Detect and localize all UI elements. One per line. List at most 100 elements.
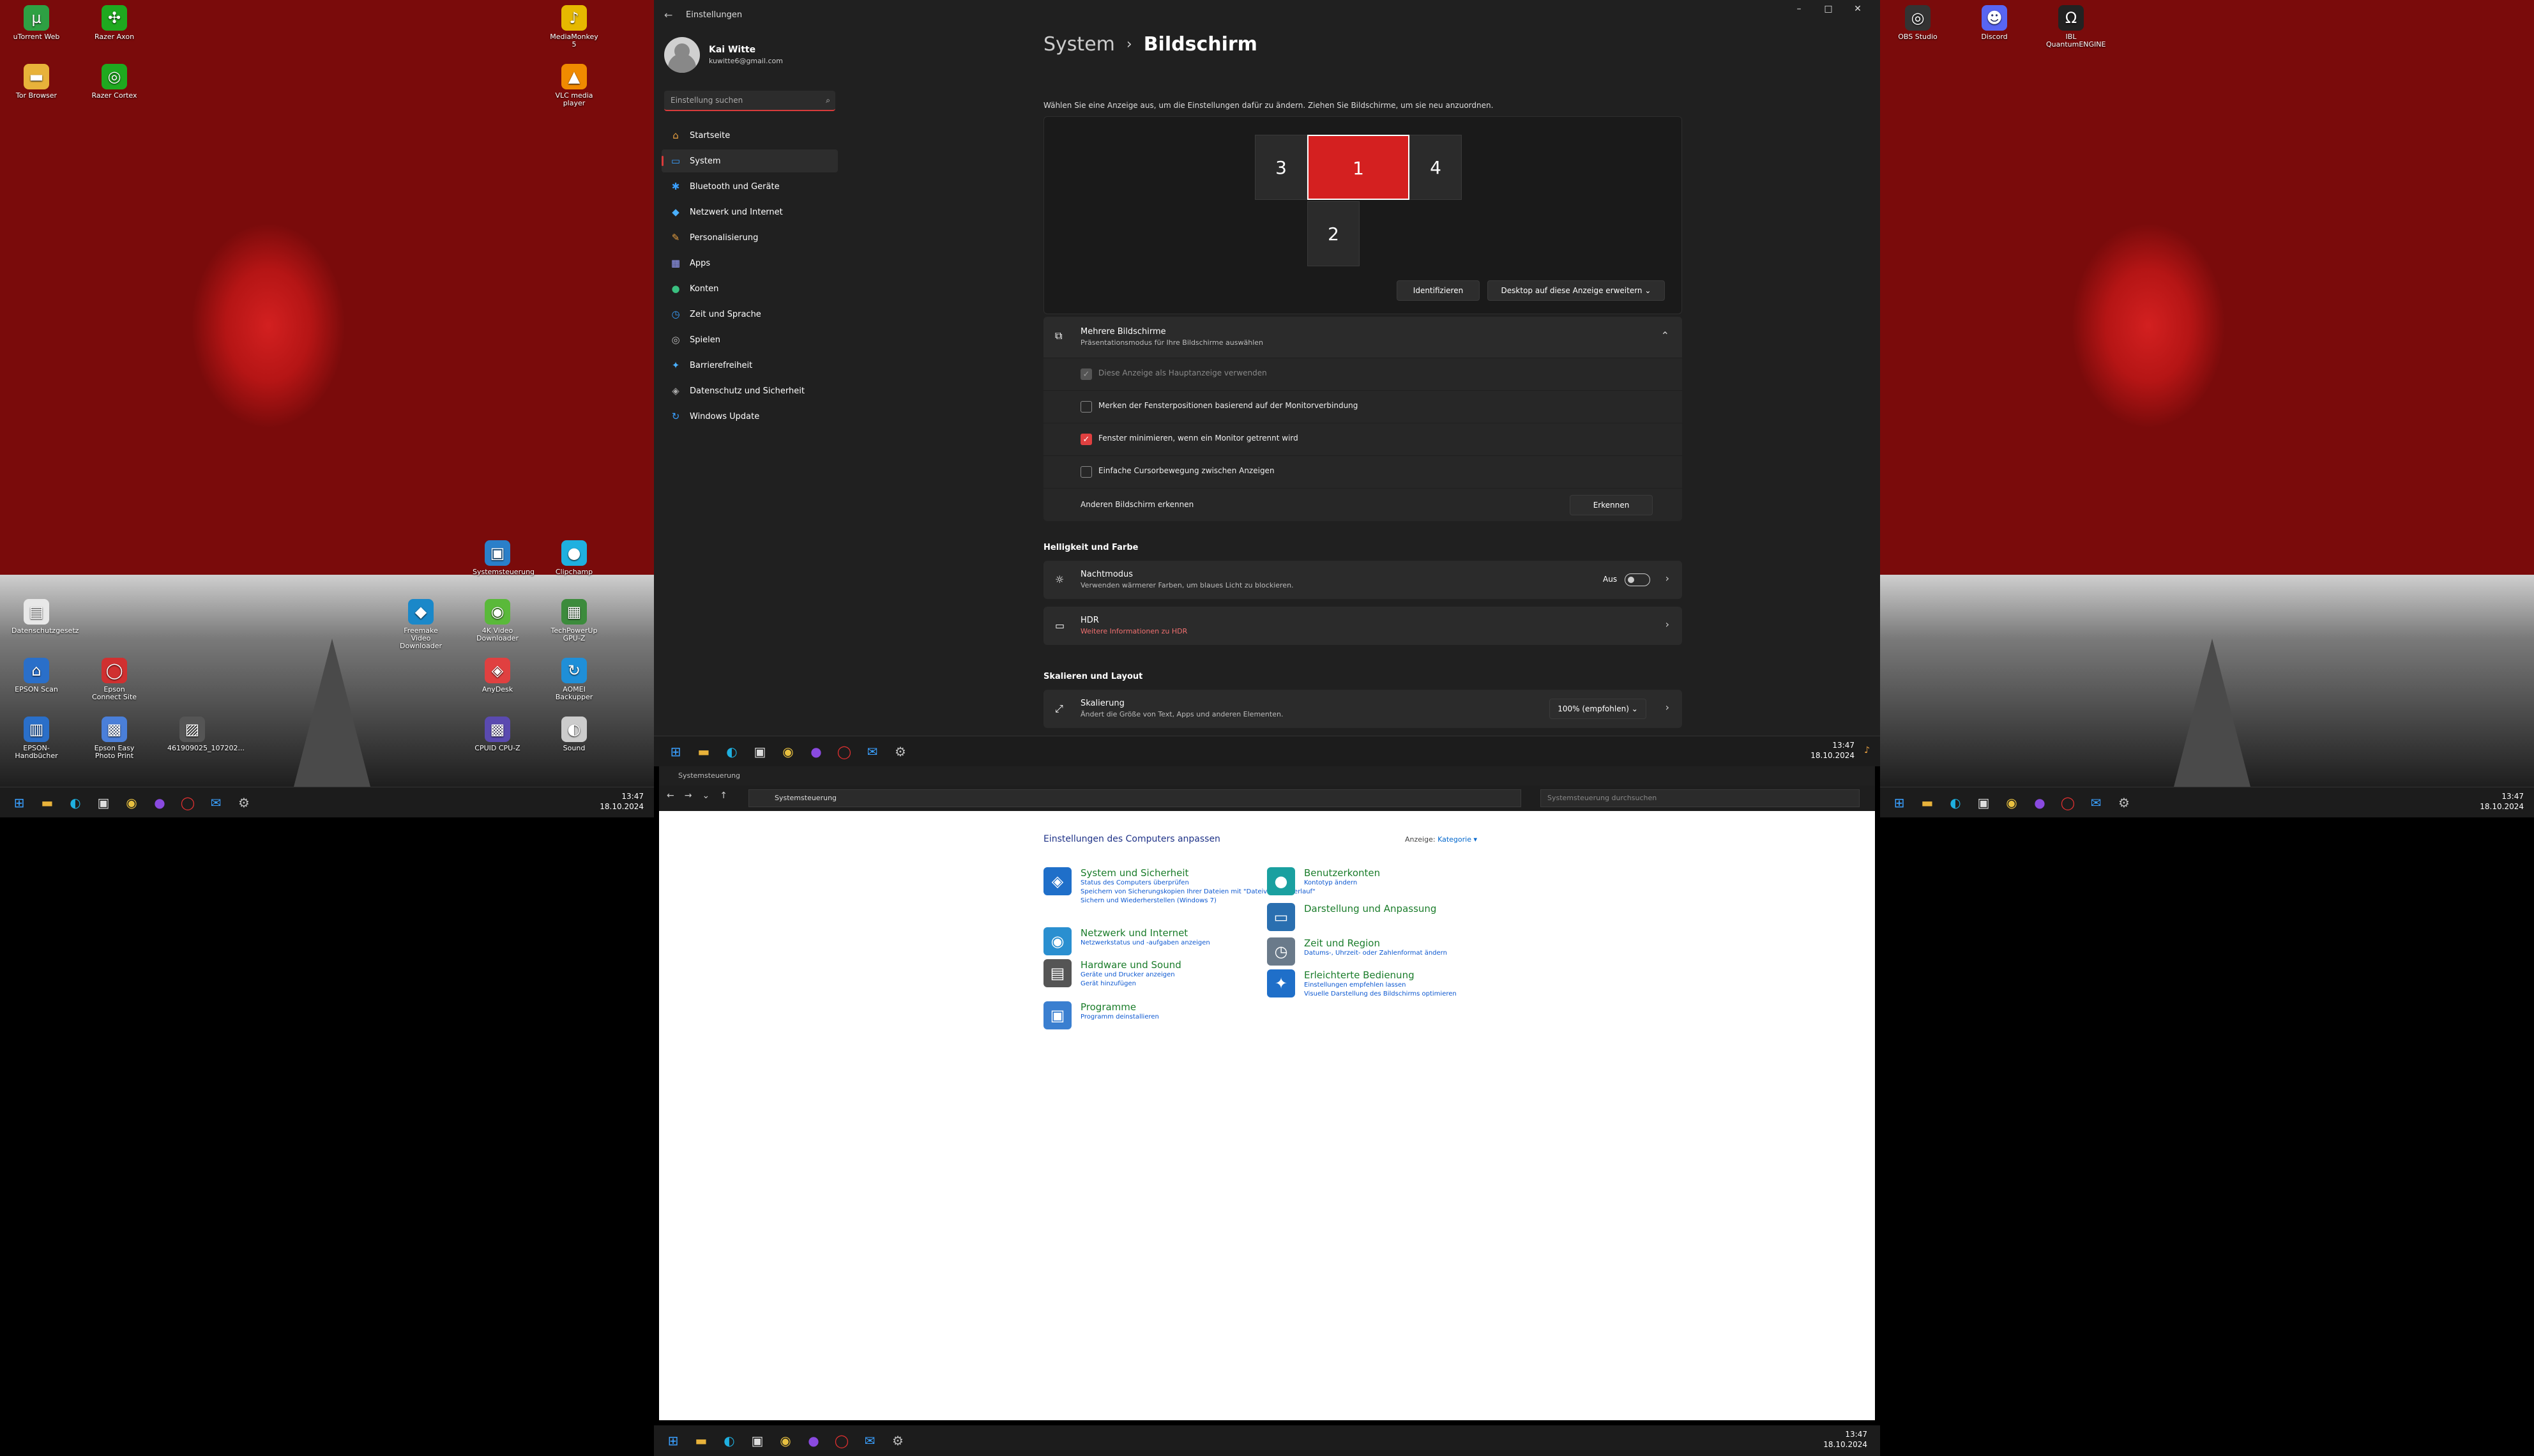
hdr-row[interactable]: ▭ HDR Weitere Informationen zu HDR ›: [1043, 607, 1682, 645]
nav-item-10[interactable]: ◈ Datenschutz und Sicherheit: [662, 379, 838, 402]
cp-view-value[interactable]: Kategorie ▾: [1438, 835, 1477, 844]
desktop-shortcut[interactable]: Ω IBL QuantumENGINE: [2046, 5, 2105, 49]
back-arrow-icon[interactable]: ←: [664, 9, 672, 21]
taskbar-clock[interactable]: 13:47 18.10.2024: [1823, 1429, 1867, 1450]
desktop-shortcut[interactable]: ♪ MediaMonkey 5: [549, 5, 599, 49]
cp-path-input[interactable]: Systemsteuerung: [748, 789, 1521, 807]
desktop-shortcut[interactable]: ◆ Freemake Video Downloader: [396, 599, 446, 650]
taskbar-clock[interactable]: 13:47 18.10.2024: [600, 791, 644, 812]
cp-category[interactable]: ▣ Programme Programm deinstallieren: [1043, 1001, 1159, 1029]
firefox-icon[interactable]: ●: [803, 1430, 824, 1451]
desktop-shortcut[interactable]: ◉ 4K Video Downloader: [473, 599, 522, 642]
checkbox[interactable]: [1081, 401, 1092, 413]
multi-display-option[interactable]: Einfache Cursorbewegung zwischen Anzeige…: [1043, 455, 1682, 487]
edge-icon[interactable]: ◐: [65, 792, 86, 813]
settings-gear-icon[interactable]: ⚙: [890, 741, 911, 762]
back-arrow-icon[interactable]: ←: [667, 791, 674, 801]
windows-start-icon[interactable]: ⊞: [1889, 792, 1909, 813]
cp-category-link[interactable]: Netzwerkstatus und -aufgaben anzeigen: [1081, 939, 1210, 948]
firefox-icon[interactable]: ●: [149, 792, 170, 813]
desktop-shortcut[interactable]: ▦ TechPowerUp GPU-Z: [549, 599, 599, 642]
cp-category[interactable]: ◉ Netzwerk und Internet Netzwerkstatus und…: [1043, 927, 1210, 955]
cp-category-link[interactable]: Gerät hinzufügen: [1081, 980, 1181, 989]
desktop-shortcut[interactable]: ☻ Discord: [1969, 5, 2019, 41]
maximize-icon[interactable]: □: [1814, 4, 1843, 14]
identify-button[interactable]: Identifizieren: [1397, 280, 1480, 301]
opera-icon[interactable]: ◯: [834, 741, 854, 762]
nav-item-11[interactable]: ↻ Windows Update: [662, 405, 838, 428]
cp-category-link[interactable]: Einstellungen empfehlen lassen: [1304, 981, 1457, 990]
cp-category-title[interactable]: Darstellung und Anpassung: [1304, 903, 1436, 914]
nav-item-5[interactable]: ▦ Apps: [662, 252, 838, 275]
nav-item-0[interactable]: ⌂ Startseite: [662, 124, 838, 147]
chrome-icon[interactable]: ◉: [775, 1430, 796, 1451]
notification-bell-icon[interactable]: ♪: [1864, 745, 1870, 755]
multi-display-option[interactable]: Merken der Fensterpositionen basierend a…: [1043, 390, 1682, 422]
edge-icon[interactable]: ◐: [719, 1430, 740, 1451]
mail-icon[interactable]: ✉: [862, 741, 883, 762]
desktop-shortcut[interactable]: ▩ CPUID CPU-Z: [473, 717, 522, 752]
monitor-4[interactable]: 4: [1409, 135, 1462, 200]
desktop-shortcut[interactable]: ▬ Tor Browser: [11, 64, 61, 100]
extend-display-dropdown[interactable]: Desktop auf diese Anzeige erweitern ⌄: [1487, 280, 1665, 301]
cp-category[interactable]: ✦ Erleichterte Bedienung Einstellungen emp…: [1267, 969, 1457, 999]
cp-category[interactable]: ▭ Darstellung und Anpassung: [1267, 903, 1436, 931]
store-icon[interactable]: ▣: [1973, 792, 1994, 813]
settings-gear-icon[interactable]: ⚙: [2114, 792, 2134, 813]
desktop-shortcut[interactable]: ✣ Razer Axon: [89, 5, 139, 41]
firefox-icon[interactable]: ●: [806, 741, 826, 762]
windows-start-icon[interactable]: ⊞: [665, 741, 686, 762]
user-profile[interactable]: Kai Witte kuwitte6@gmail.com: [664, 37, 783, 73]
desktop-shortcut[interactable]: ▤ Datenschutzgesetz: [11, 599, 79, 635]
cp-category-link[interactable]: Visuelle Darstellung des Bildschirms opt…: [1304, 990, 1457, 999]
cp-category-link[interactable]: Programm deinstallieren: [1081, 1013, 1159, 1022]
cp-category-link[interactable]: Geräte und Drucker anzeigen: [1081, 971, 1181, 980]
desktop-shortcut[interactable]: ⌂ EPSON Scan: [11, 658, 61, 694]
desktop-shortcut[interactable]: ◎ OBS Studio: [1893, 5, 1943, 41]
checkbox[interactable]: ✓: [1081, 434, 1092, 445]
taskbar-clock[interactable]: 13:47 18.10.2024: [1810, 740, 1855, 761]
multi-display-option[interactable]: ✓ Fenster minimieren, wenn ein Monitor ge…: [1043, 423, 1682, 455]
monitor-1[interactable]: 1: [1307, 135, 1409, 200]
mail-icon[interactable]: ✉: [2086, 792, 2106, 813]
windows-start-icon[interactable]: ⊞: [663, 1430, 683, 1451]
windows-start-icon[interactable]: ⊞: [9, 792, 29, 813]
nav-item-7[interactable]: ◷ Zeit und Sprache: [662, 303, 838, 326]
nav-item-2[interactable]: ✱ Bluetooth und Geräte: [662, 175, 838, 198]
up-arrow-icon[interactable]: ↑: [720, 791, 727, 801]
file-explorer-icon[interactable]: ▬: [694, 741, 714, 762]
desktop-shortcut[interactable]: ↻ AOMEI Backupper: [549, 658, 599, 701]
desktop-shortcut[interactable]: ▲ VLC media player: [549, 64, 599, 107]
edge-icon[interactable]: ◐: [722, 741, 742, 762]
monitor-2[interactable]: 2: [1307, 201, 1360, 266]
desktop-shortcut[interactable]: ● Clipchamp: [549, 540, 599, 576]
opera-icon[interactable]: ◯: [2058, 792, 2078, 813]
desktop-shortcut[interactable]: ◈ AnyDesk: [473, 658, 522, 694]
cp-category-title[interactable]: Hardware und Sound: [1081, 959, 1181, 971]
breadcrumb-system[interactable]: System: [1043, 33, 1115, 56]
desktop-shortcut[interactable]: µ uTorrent Web: [11, 5, 61, 41]
settings-search-input[interactable]: Einstellung suchen ⌕: [664, 91, 835, 111]
file-explorer-icon[interactable]: ▬: [1917, 792, 1938, 813]
nav-item-6[interactable]: ● Konten: [662, 277, 838, 300]
desktop-shortcut[interactable]: ▨ 461909025_107202...: [167, 717, 245, 752]
scale-row[interactable]: ⤢ Skalierung Ändert die Größe von Text, A…: [1043, 690, 1682, 728]
nav-item-4[interactable]: ✎ Personalisierung: [662, 226, 838, 249]
firefox-icon[interactable]: ●: [2029, 792, 2050, 813]
mail-icon[interactable]: ✉: [206, 792, 226, 813]
settings-gear-icon[interactable]: ⚙: [888, 1430, 908, 1451]
desktop-shortcut[interactable]: ◐ Sound: [549, 717, 599, 752]
forward-arrow-icon[interactable]: →: [685, 791, 692, 801]
monitor-3[interactable]: 3: [1255, 135, 1307, 200]
taskbar-clock[interactable]: 13:47 18.10.2024: [2480, 791, 2524, 812]
multi-display-option[interactable]: ✓ Diese Anzeige als Hauptanzeige verwende…: [1043, 358, 1682, 390]
nightlight-row[interactable]: ☼ Nachtmodus Verwenden wärmerer Farben, u…: [1043, 561, 1682, 599]
chrome-icon[interactable]: ◉: [2001, 792, 2022, 813]
cp-category-link[interactable]: Datums-, Uhrzeit- oder Zahlenformat ände…: [1304, 949, 1447, 958]
settings-gear-icon[interactable]: ⚙: [234, 792, 254, 813]
file-explorer-icon[interactable]: ▬: [37, 792, 57, 813]
cp-category-title[interactable]: Netzwerk und Internet: [1081, 927, 1210, 939]
cp-view-selector[interactable]: Anzeige: Kategorie ▾: [1405, 835, 1477, 844]
checkbox[interactable]: [1081, 466, 1092, 478]
opera-icon[interactable]: ◯: [831, 1430, 852, 1451]
